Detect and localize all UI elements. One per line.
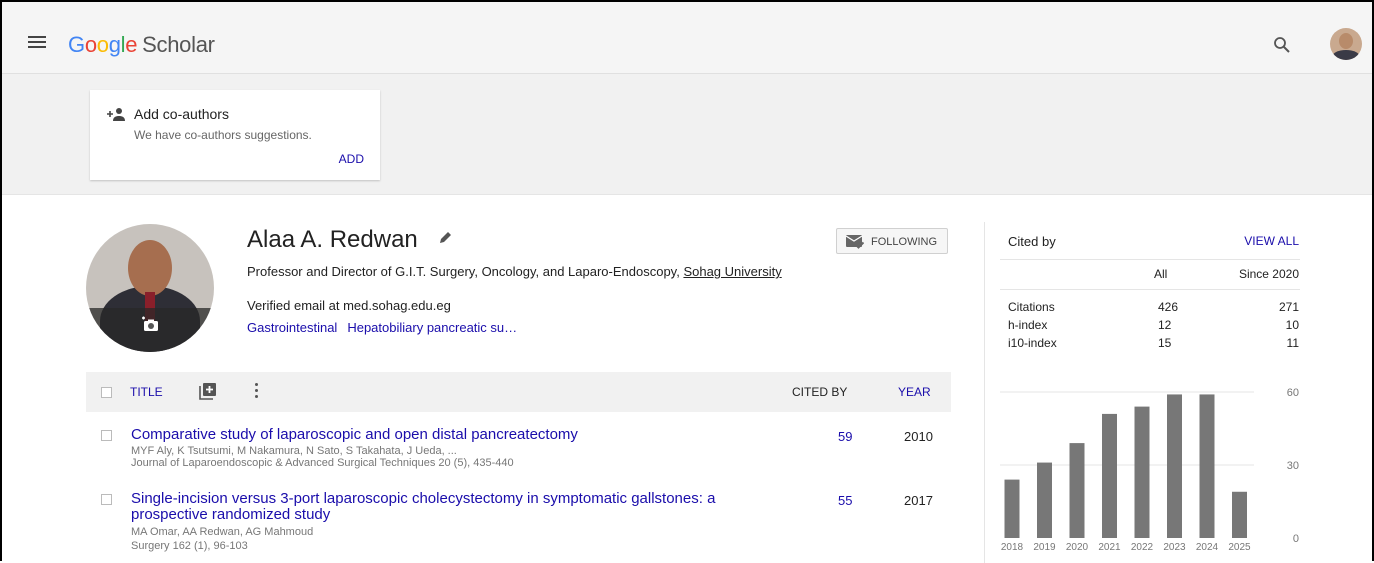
affiliation-text: Professor and Director of G.I.T. Surgery… bbox=[247, 264, 684, 279]
follow-button[interactable]: FOLLOWING bbox=[836, 228, 948, 254]
x-tick-label: 2021 bbox=[1098, 542, 1121, 553]
row-checkbox[interactable] bbox=[101, 430, 112, 441]
articles-table-header: TITLE CITED BY YEAR bbox=[86, 372, 951, 412]
edit-pencil-icon[interactable] bbox=[439, 230, 453, 244]
select-all-checkbox[interactable] bbox=[101, 387, 112, 398]
more-vert-icon[interactable] bbox=[255, 383, 259, 401]
sort-by-year[interactable]: YEAR bbox=[898, 385, 931, 399]
chart-bar[interactable] bbox=[1102, 413, 1117, 538]
camera-icon[interactable] bbox=[140, 315, 160, 333]
column-header-all: All bbox=[1154, 267, 1168, 281]
divider bbox=[1000, 289, 1300, 290]
affiliation-link[interactable]: Sohag University bbox=[683, 264, 781, 279]
x-tick-label: 2024 bbox=[1196, 542, 1219, 553]
x-tick-label: 2018 bbox=[1001, 542, 1024, 553]
chart-bar[interactable] bbox=[1199, 394, 1215, 538]
table-row: Comparative study of laparoscopic and op… bbox=[86, 427, 951, 477]
article-authors: MYF Aly, K Tsutsumi, M Nakamura, N Sato,… bbox=[131, 445, 457, 457]
logo-letter: g bbox=[108, 32, 121, 57]
citations-bar-chart: 0 30 60 2018 2019 2020 2021 2022 2023 2024 2025 bbox=[1000, 387, 1299, 553]
article-year: 2017 bbox=[904, 493, 933, 508]
x-tick-label: 2019 bbox=[1033, 542, 1056, 553]
logo-letter: G bbox=[68, 32, 85, 57]
metric-since: 11 bbox=[1286, 336, 1299, 350]
y-tick-label: 60 bbox=[1287, 387, 1299, 399]
coauthors-band: Add co-authors We have co-authors sugges… bbox=[2, 74, 1372, 195]
chart-bar[interactable] bbox=[1037, 462, 1052, 538]
coauthors-title: Add co-authors bbox=[134, 106, 229, 122]
profile-interests: Gastrointestinal Hepatobiliary pancreatic… bbox=[247, 320, 527, 335]
profile-name: Alaa A. Redwan bbox=[247, 226, 418, 253]
metric-since: 271 bbox=[1278, 300, 1299, 314]
x-tick-label: 2023 bbox=[1163, 542, 1186, 553]
metric-label[interactable]: h-index bbox=[1008, 318, 1047, 332]
profile-affiliation: Professor and Director of G.I.T. Surgery… bbox=[247, 264, 847, 280]
account-avatar[interactable] bbox=[1330, 28, 1362, 60]
search-icon[interactable] bbox=[1273, 36, 1291, 54]
x-tick-label: 2020 bbox=[1066, 542, 1089, 553]
logo-product: Scholar bbox=[142, 32, 215, 57]
add-article-icon[interactable] bbox=[199, 382, 217, 400]
add-coauthors-button[interactable]: ADD bbox=[339, 152, 364, 166]
article-cited-by-link[interactable]: 59 bbox=[838, 429, 852, 444]
chart-bar[interactable] bbox=[1004, 479, 1020, 538]
x-tick-label: 2025 bbox=[1228, 542, 1251, 553]
chart-bar[interactable] bbox=[1069, 443, 1085, 538]
metric-all: 426 bbox=[1158, 300, 1179, 314]
article-authors: MA Omar, AA Redwan, AG Mahmoud bbox=[131, 526, 314, 538]
table-row: Single-incision versus 3-port laparoscop… bbox=[86, 491, 951, 557]
metric-since: 10 bbox=[1285, 318, 1299, 332]
y-tick-label: 0 bbox=[1293, 533, 1299, 545]
metric-all: 12 bbox=[1158, 318, 1172, 332]
menu-icon[interactable] bbox=[28, 36, 46, 48]
article-title-link[interactable]: Comparative study of laparoscopic and op… bbox=[131, 427, 781, 443]
divider bbox=[1000, 259, 1300, 260]
chart-bar[interactable] bbox=[1167, 394, 1182, 538]
metric-all: 15 bbox=[1158, 336, 1172, 350]
cited-by-title: Cited by bbox=[1008, 234, 1056, 249]
coauthors-subtitle: We have co-authors suggestions. bbox=[134, 128, 312, 142]
cited-by-panel: Cited by VIEW ALL All Since 2020 Citatio… bbox=[984, 222, 1301, 382]
metric-label[interactable]: i10-index bbox=[1008, 336, 1057, 350]
metric-label[interactable]: Citations bbox=[1008, 300, 1055, 314]
x-tick-label: 2022 bbox=[1131, 542, 1154, 553]
logo-letter: e bbox=[125, 32, 138, 57]
logo-letter: o bbox=[84, 32, 97, 57]
chart-bar[interactable] bbox=[1134, 406, 1150, 538]
article-venue: Surgery 162 (1), 96-103 bbox=[131, 540, 248, 552]
sort-by-title[interactable]: TITLE bbox=[130, 385, 163, 399]
y-tick-label: 30 bbox=[1287, 460, 1299, 472]
chart-bar[interactable] bbox=[1232, 491, 1247, 538]
mail-check-icon bbox=[846, 235, 864, 249]
article-title-link[interactable]: Single-incision versus 3-port laparoscop… bbox=[131, 491, 781, 523]
google-scholar-logo[interactable]: Google Scholar bbox=[68, 32, 215, 58]
article-year: 2010 bbox=[904, 429, 933, 444]
add-coauthors-card: Add co-authors We have co-authors sugges… bbox=[90, 90, 380, 180]
column-header-since: Since 2020 bbox=[1238, 267, 1299, 281]
interest-link[interactable]: Hepatobiliary pancreatic su… bbox=[347, 320, 517, 335]
logo-letter: o bbox=[96, 32, 109, 57]
article-cited-by-link[interactable]: 55 bbox=[838, 493, 852, 508]
view-all-button[interactable]: VIEW ALL bbox=[1244, 234, 1299, 248]
top-bar: Google Scholar bbox=[2, 2, 1372, 74]
interest-link[interactable]: Gastrointestinal bbox=[247, 320, 337, 335]
article-venue: Journal of Laparoendoscopic & Advanced S… bbox=[131, 457, 514, 469]
follow-label: FOLLOWING bbox=[871, 236, 938, 248]
row-checkbox[interactable] bbox=[101, 494, 112, 505]
sort-by-cited[interactable]: CITED BY bbox=[792, 385, 847, 399]
add-person-icon bbox=[107, 108, 125, 121]
profile-email: Verified email at med.sohag.edu.eg bbox=[247, 298, 451, 313]
